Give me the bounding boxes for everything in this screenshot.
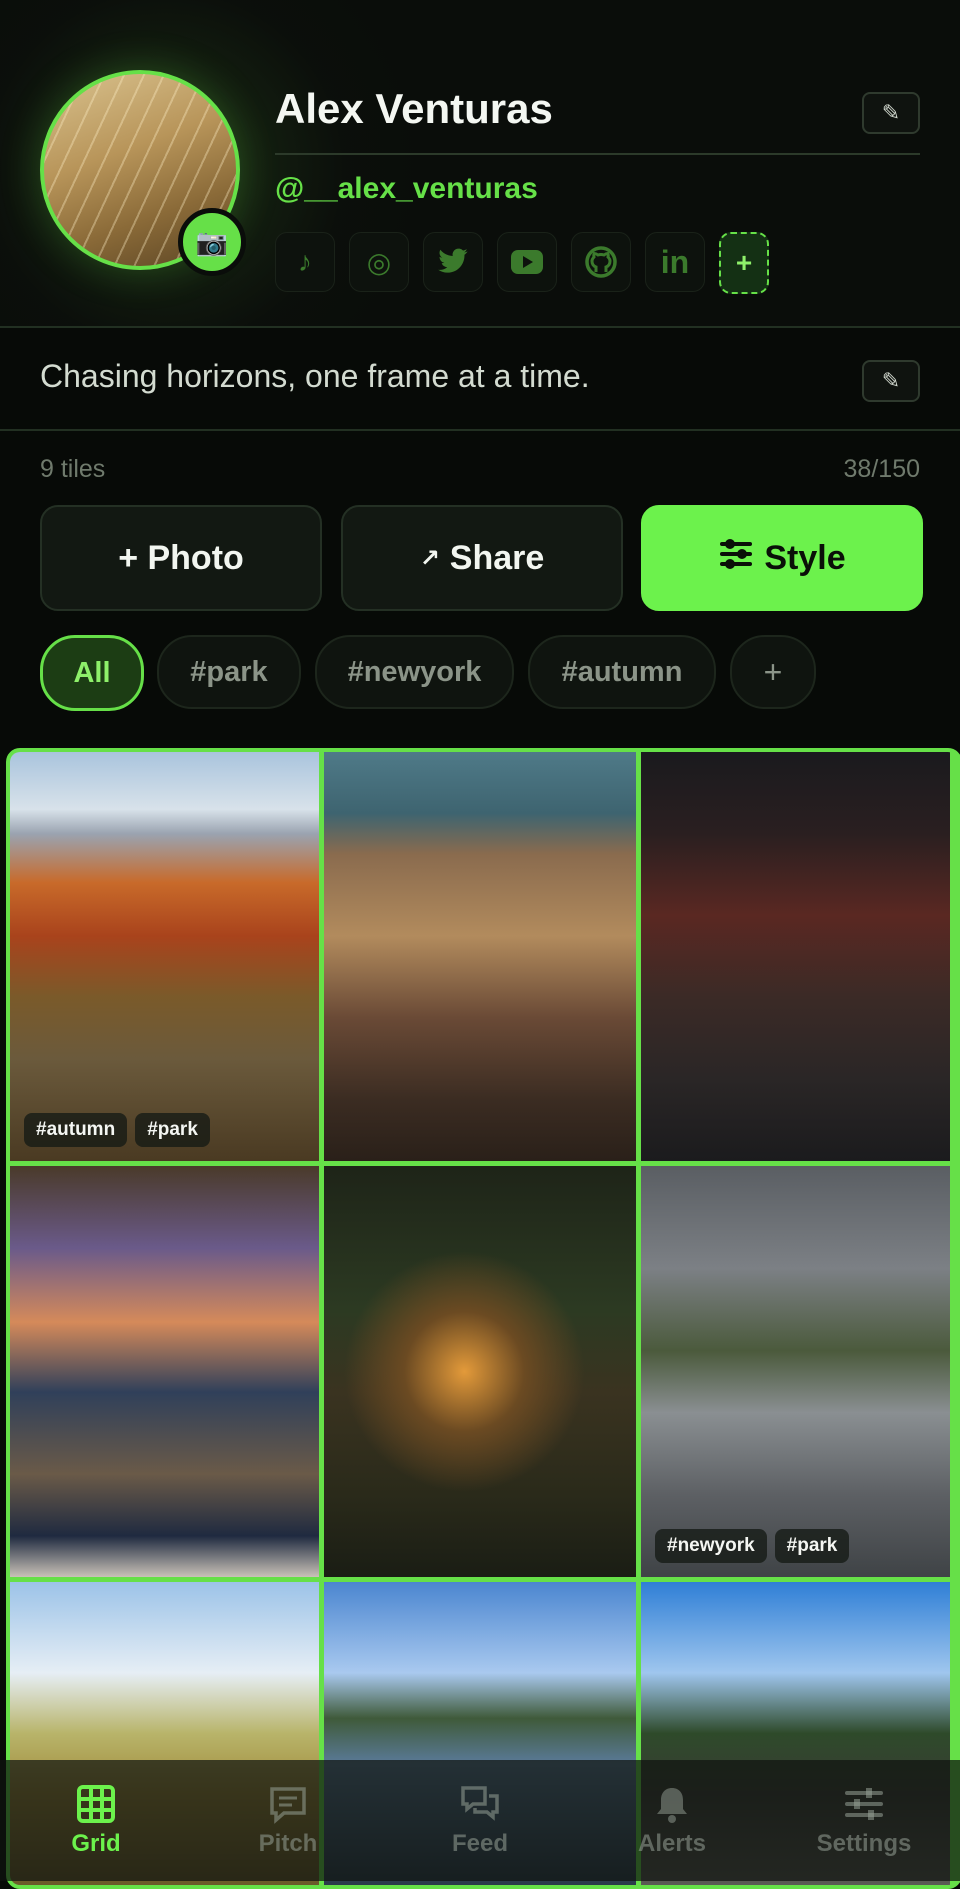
twitter-icon[interactable] <box>423 232 483 292</box>
add-photo-label: + Photo <box>118 538 244 577</box>
divider <box>0 429 960 431</box>
style-label: Style <box>764 538 846 577</box>
tile-tags: #autumn #park <box>24 1113 210 1147</box>
linkedin-icon[interactable]: in <box>645 232 705 292</box>
tag[interactable]: #autumn <box>24 1113 128 1147</box>
edit-name-button[interactable]: ✎ <box>862 92 920 134</box>
avatar-container[interactable]: 📷 <box>40 70 246 276</box>
tab-label: Grid <box>71 1829 121 1857</box>
tab-label: Settings <box>816 1829 912 1857</box>
social-links: ♪ ◎ in + <box>275 232 769 294</box>
profile-handle: @__alex_venturas <box>275 172 538 205</box>
photo-tile[interactable] <box>324 1166 636 1577</box>
github-icon[interactable] <box>571 232 631 292</box>
share-icon: ↗ <box>419 544 440 572</box>
filter-chip-autumn[interactable]: #autumn <box>528 635 716 709</box>
photo-tile[interactable]: #autumn #park <box>10 752 319 1161</box>
profile-name: Alex Venturas <box>275 85 553 132</box>
pencil-icon: ✎ <box>881 368 901 393</box>
sliders-icon <box>845 1787 883 1820</box>
photo-tile[interactable] <box>324 752 636 1161</box>
photo-tile[interactable] <box>10 1166 319 1577</box>
camera-icon[interactable]: 📷 <box>178 208 246 276</box>
filter-chip-park[interactable]: #park <box>157 635 301 709</box>
tag[interactable]: #newyork <box>655 1529 767 1563</box>
share-label: Share <box>449 538 545 577</box>
add-photo-button[interactable]: + Photo <box>40 505 322 611</box>
bell-icon <box>657 1787 687 1823</box>
tab-settings[interactable]: Settings <box>768 1760 960 1881</box>
edit-bio-button[interactable]: ✎ <box>862 360 920 402</box>
instagram-icon[interactable]: ◎ <box>349 232 409 292</box>
capacity-count: 38/150 <box>843 455 920 483</box>
name-divider <box>275 153 920 155</box>
tab-label: Pitch <box>258 1829 318 1857</box>
style-button[interactable]: Style <box>641 505 923 611</box>
sliders-icon <box>718 536 754 581</box>
photo-tile[interactable]: #newyork #park <box>641 1166 950 1577</box>
tile-count: 9 tiles <box>40 455 106 483</box>
tab-grid[interactable]: Grid <box>0 1760 192 1881</box>
profile-bio: Chasing horizons, one frame at a time. <box>40 358 590 394</box>
tab-feed[interactable]: Feed <box>384 1760 576 1881</box>
filter-chip-newyork[interactable]: #newyork <box>315 635 514 709</box>
bottom-navigation: Grid Pitch Feed Alerts Settings <box>0 1760 960 1881</box>
filter-chip-all[interactable]: All <box>40 635 144 711</box>
chat-icon <box>461 1785 499 1821</box>
tiktok-icon[interactable]: ♪ <box>275 232 335 292</box>
share-button[interactable]: ↗ Share <box>341 505 623 611</box>
tab-pitch[interactable]: Pitch <box>192 1760 384 1881</box>
tile-tags: #newyork #park <box>655 1529 850 1563</box>
add-filter-button[interactable]: + <box>730 635 816 709</box>
tab-alerts[interactable]: Alerts <box>576 1760 768 1881</box>
photo-tile[interactable] <box>641 752 950 1161</box>
grid-icon <box>77 1784 115 1823</box>
photo-grid: #autumn #park #newyork #park <box>6 748 960 1889</box>
divider <box>0 326 960 328</box>
youtube-icon[interactable] <box>497 232 557 292</box>
tab-label: Feed <box>451 1829 508 1857</box>
message-icon <box>270 1786 306 1824</box>
tab-label: Alerts <box>637 1829 707 1857</box>
pencil-icon: ✎ <box>881 100 901 125</box>
tag[interactable]: #park <box>135 1113 210 1147</box>
add-social-button[interactable]: + <box>719 232 769 294</box>
tag[interactable]: #park <box>774 1529 850 1563</box>
